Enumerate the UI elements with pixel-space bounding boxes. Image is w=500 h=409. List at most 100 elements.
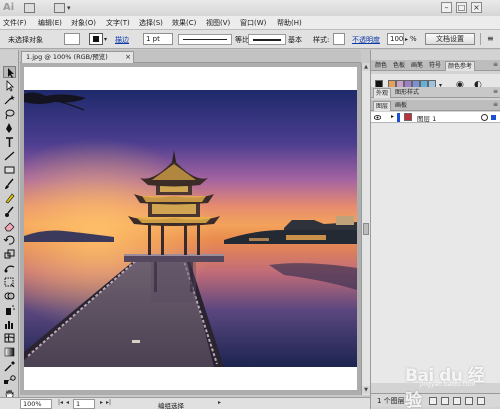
pen-tool-icon[interactable] (3, 122, 16, 134)
menu-window[interactable]: 窗口(W) (240, 18, 266, 28)
scroll-up-icon[interactable]: ▲ (362, 63, 370, 71)
lasso-tool-icon[interactable] (3, 108, 16, 120)
tab-appearance[interactable]: 外观 (373, 88, 392, 98)
first-page-icon[interactable]: |◂ (58, 399, 63, 406)
paintbrush-tool-icon[interactable] (3, 178, 16, 190)
control-bar: 未选择对象 ▾ 描边 1 pt 等比 基本 样式: 不透明度 100 ▸ % 文… (0, 30, 500, 49)
menu-help[interactable]: 帮助(H) (277, 18, 302, 28)
layer-row[interactable]: ▸ 图层 1 (371, 112, 500, 123)
scroll-thumb[interactable] (363, 223, 369, 235)
chevron-down-icon[interactable]: ▾ (67, 4, 71, 12)
eraser-tool-icon[interactable] (3, 220, 16, 232)
shape-builder-tool-icon[interactable] (3, 290, 16, 302)
brush-label: 基本 (288, 36, 302, 44)
canvas-area[interactable] (20, 63, 361, 395)
divider (480, 33, 481, 45)
graphic-style-field[interactable] (333, 33, 345, 45)
menu-effect[interactable]: 效果(C) (172, 18, 196, 28)
tab-swatches[interactable]: 色板 (391, 61, 407, 71)
zoom-field[interactable]: 100% (20, 399, 52, 409)
chevron-right-icon[interactable]: ▸ (405, 36, 408, 43)
target-icon[interactable] (481, 114, 488, 121)
scroll-down-icon[interactable]: ▼ (362, 386, 370, 394)
opacity-link[interactable]: 不透明度 (352, 35, 380, 45)
tab-graphic-styles[interactable]: 图形样式 (393, 88, 421, 98)
gradient-tool-icon[interactable] (3, 346, 16, 358)
tab-color[interactable]: 颜色 (373, 61, 389, 71)
tab-layers[interactable]: 图层 (373, 101, 392, 111)
opacity-field[interactable]: 100 (387, 33, 404, 45)
free-transform-tool-icon[interactable] (3, 276, 16, 288)
fill-color-field[interactable] (64, 33, 80, 45)
mesh-tool-icon[interactable] (3, 332, 16, 344)
menu-type[interactable]: 文字(T) (106, 18, 130, 28)
menu-select[interactable]: 选择(S) (139, 18, 163, 28)
artboard[interactable] (24, 67, 357, 390)
tab-color-guide[interactable]: 颜色参考 (445, 61, 476, 71)
blob-brush-tool-icon[interactable] (3, 206, 16, 218)
tab-artboards[interactable]: 画板 (393, 101, 409, 111)
last-page-icon[interactable]: ▸| (106, 399, 111, 406)
symbol-sprayer-tool-icon[interactable] (3, 304, 16, 316)
pavilion-photo[interactable] (24, 90, 357, 367)
expand-triangle-icon[interactable]: ▸ (391, 113, 394, 120)
eyedropper-tool-icon[interactable] (3, 360, 16, 372)
arrange-documents-icon[interactable] (54, 3, 65, 13)
appearance-panel-tabs: 外观 图形样式 ≡ (371, 87, 500, 98)
document-tab-bar: 1.jpg @ 100% (RGB/预览) × (20, 50, 361, 63)
column-graph-tool-icon[interactable] (3, 318, 16, 330)
scale-tool-icon[interactable] (3, 248, 16, 260)
style-label: 样式: (313, 36, 330, 44)
panel-menu-icon[interactable]: ≡ (493, 61, 498, 68)
menu-object[interactable]: 对象(O) (71, 18, 96, 28)
stroke-color-swatch[interactable] (89, 33, 103, 45)
type-tool-icon[interactable] (3, 136, 16, 148)
chevron-down-icon[interactable]: ▾ (104, 36, 107, 43)
document-tab[interactable]: 1.jpg @ 100% (RGB/预览) × (21, 51, 134, 63)
tools-panel (0, 50, 19, 400)
prev-page-icon[interactable]: ◂ (66, 399, 69, 406)
next-page-icon[interactable]: ▸ (100, 399, 103, 406)
document-title: 1.jpg @ 100% (RGB/预览) (26, 53, 108, 61)
minimize-button[interactable]: – (441, 2, 452, 13)
layer-name[interactable]: 图层 1 (417, 113, 436, 123)
tab-brushes[interactable]: 画笔 (409, 61, 425, 71)
pencil-tool-icon[interactable] (3, 192, 16, 204)
title-bar: Ai ▾ – □ × (0, 0, 500, 16)
color-panel-tabs: 颜色 色板 画笔 符号 颜色参考 ≡ (371, 60, 500, 71)
brush-definition[interactable] (248, 34, 286, 45)
document-setup-button[interactable]: 文档设置 (425, 33, 475, 45)
eye-icon[interactable] (374, 114, 381, 121)
blend-tool-icon[interactable] (3, 374, 16, 386)
maximize-button[interactable]: □ (456, 2, 467, 13)
panel-menu-icon[interactable]: ≡ (493, 101, 498, 108)
watermark-url: jingyan.baidu.com (420, 381, 476, 388)
close-icon[interactable]: × (125, 52, 131, 63)
vertical-scrollbar[interactable]: ▲ ▼ (361, 63, 370, 395)
menu-view[interactable]: 视图(V) (206, 18, 230, 28)
panel-menu-icon[interactable]: ≡ (487, 34, 494, 43)
layers-list: ▸ 图层 1 (371, 112, 500, 383)
bridge-icon[interactable] (24, 3, 35, 13)
close-button[interactable]: × (471, 2, 482, 13)
variable-width-profile[interactable] (178, 34, 232, 45)
page-field[interactable]: 1 (73, 399, 95, 409)
stroke-weight-field[interactable]: 1 pt (143, 33, 173, 45)
rectangle-tool-icon[interactable] (3, 164, 16, 176)
magic-wand-tool-icon[interactable] (3, 94, 16, 106)
warp-tool-icon[interactable] (3, 262, 16, 274)
rotate-tool-icon[interactable] (3, 234, 16, 246)
selection-status: 未选择对象 (8, 36, 43, 44)
selection-indicator-icon (491, 115, 496, 120)
panel-menu-icon[interactable]: ≡ (493, 88, 498, 95)
stroke-link[interactable]: 描边 (115, 35, 129, 45)
direct-selection-tool-icon[interactable] (3, 80, 16, 92)
selection-tool-icon[interactable] (3, 66, 16, 78)
profile-label: 等比 (235, 36, 249, 44)
tab-symbols[interactable]: 符号 (427, 61, 443, 71)
status-menu-icon[interactable]: ▸ (218, 399, 221, 406)
line-tool-icon[interactable] (3, 150, 16, 162)
menu-edit[interactable]: 编辑(E) (38, 18, 62, 28)
menu-file[interactable]: 文件(F) (3, 18, 27, 28)
right-panel-dock: 颜色 色板 画笔 符号 颜色参考 ≡ ▾ ◉ ◐ 外观 图形样式 ≡ 图层 画板… (370, 50, 500, 409)
